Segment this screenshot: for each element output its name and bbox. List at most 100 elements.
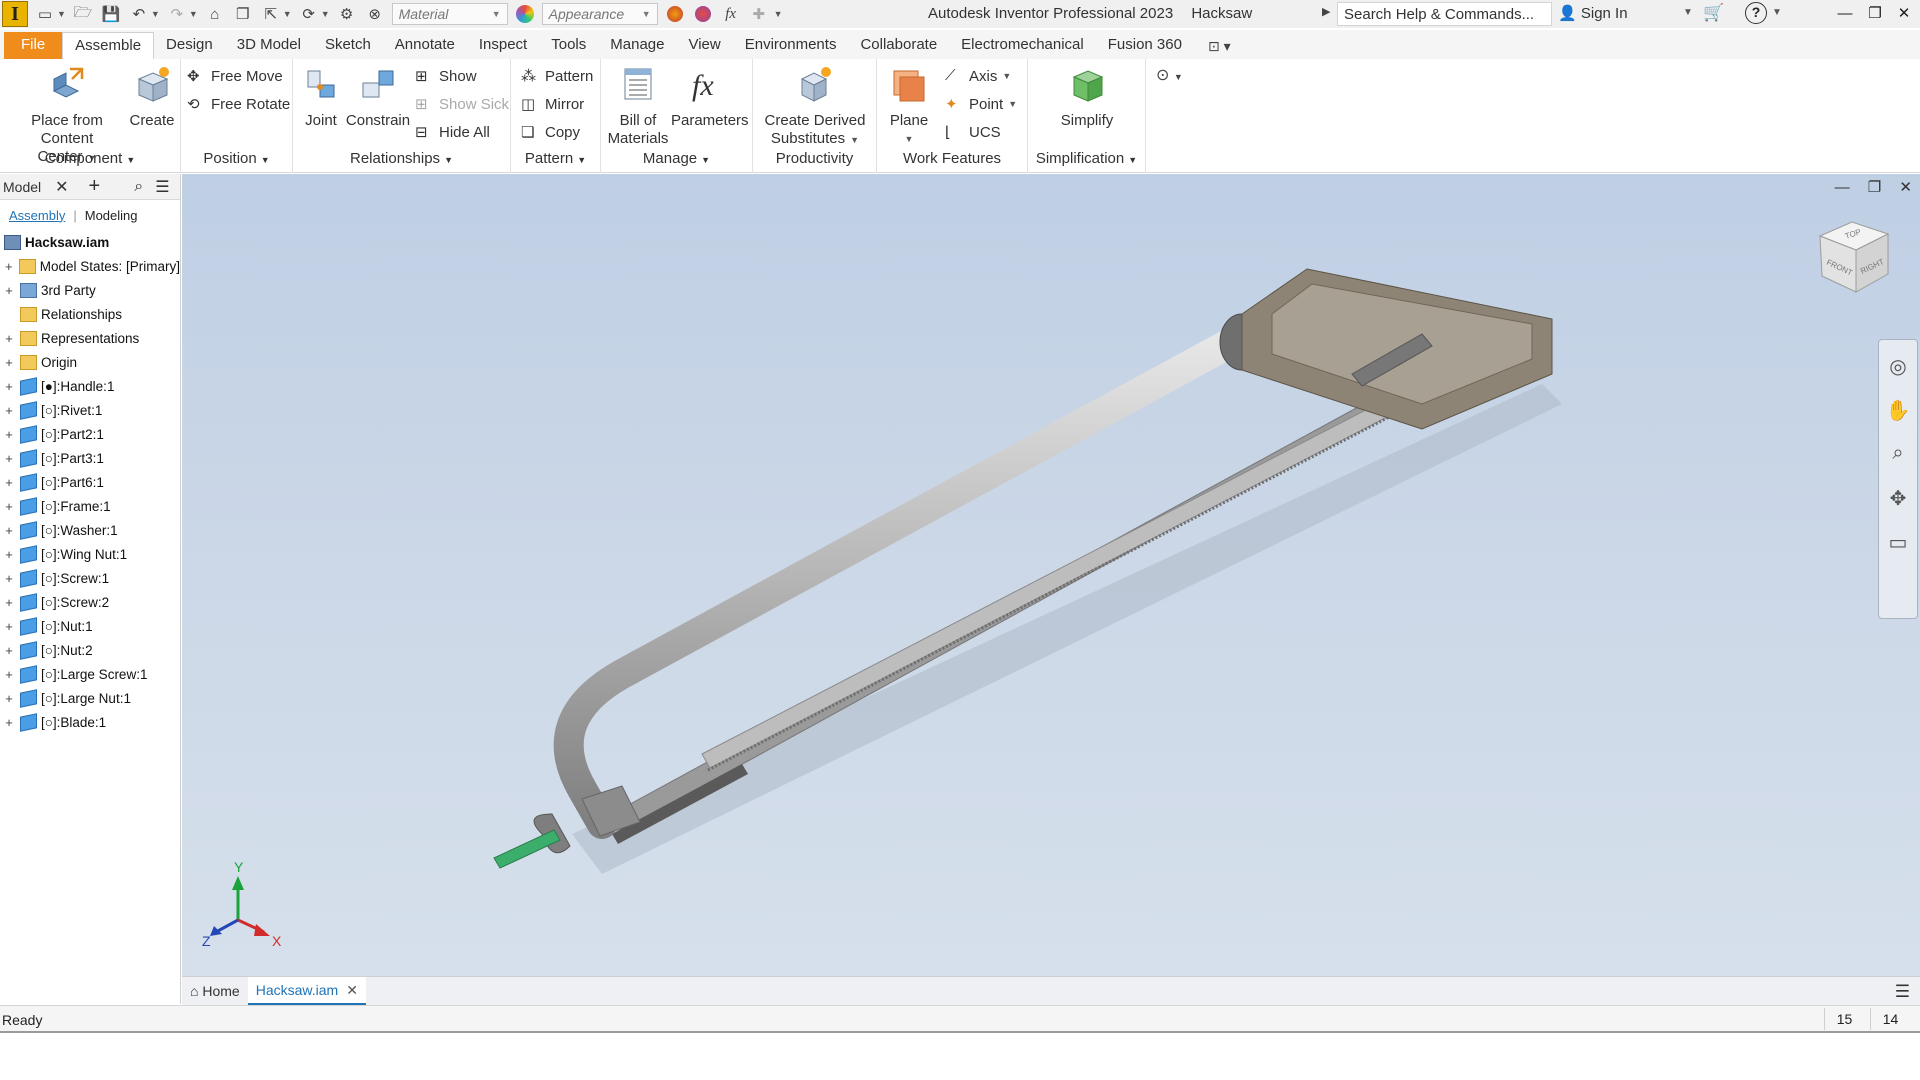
help-icon[interactable]: ? (1745, 2, 1767, 24)
ucs-button[interactable]: ⌊ UCS (945, 121, 1001, 143)
inventor-logo-icon[interactable]: I (2, 1, 28, 27)
show-sick-button[interactable]: ⊞ Show Sick (415, 93, 509, 115)
simplify-button[interactable]: Simplify (1056, 65, 1118, 130)
update-icon[interactable]: ⟳ (298, 3, 320, 25)
home-icon[interactable]: ⌂ (204, 3, 226, 25)
expand-icon[interactable]: + (4, 715, 14, 730)
tree-node[interactable]: + [○]:Wing Nut:1 (0, 542, 180, 566)
tree-node[interactable]: + [○]:Large Screw:1 (0, 662, 180, 686)
tab-sketch[interactable]: Sketch (313, 32, 383, 59)
tree-node[interactable]: +3rd Party (0, 278, 180, 302)
pattern-button[interactable]: ⁂ Pattern (521, 65, 593, 87)
look-at-icon[interactable]: ▭ (1883, 530, 1913, 560)
tree-node[interactable]: Relationships (0, 302, 180, 326)
tree-node[interactable]: + [○]:Screw:1 (0, 566, 180, 590)
sign-in-button[interactable]: 👤 Sign In (1558, 4, 1628, 22)
point-button[interactable]: ✦ Point ▼ (945, 93, 1017, 115)
tree-node[interactable]: + [○]:Part2:1 (0, 422, 180, 446)
tree-node[interactable]: + Representations (0, 326, 180, 350)
expand-icon[interactable]: + (4, 643, 14, 658)
expand-icon[interactable]: + (4, 523, 14, 538)
copy-button[interactable]: ❏ Copy (521, 121, 580, 143)
expand-icon[interactable]: + (4, 667, 14, 682)
mode-assembly-link[interactable]: Assembly (9, 208, 65, 223)
select-caret-icon[interactable]: ▼ (283, 9, 292, 19)
tab-fusion-360[interactable]: Fusion 360 (1096, 32, 1194, 59)
tab-collaborate[interactable]: Collaborate (848, 32, 949, 59)
tree-node[interactable]: + [○]:Nut:1 (0, 614, 180, 638)
redo-icon[interactable]: ↷ (166, 3, 188, 25)
customize-caret-icon[interactable]: ▼ (774, 9, 783, 19)
tree-node[interactable]: + [○]:Blade:1 (0, 710, 180, 734)
constrain-button[interactable]: Constrain (345, 65, 411, 130)
expand-icon[interactable]: + (4, 403, 14, 418)
expand-icon[interactable]: + (4, 451, 14, 466)
open-folder-icon[interactable]: 🗁 (72, 3, 94, 25)
doc-tab-close-icon[interactable]: ✕ (346, 982, 358, 999)
copy-view-icon[interactable]: ❐ (232, 3, 254, 25)
free-move-button[interactable]: ✥ Free Move (187, 65, 283, 87)
free-rotate-button[interactable]: ⟲ Free Rotate (187, 93, 290, 115)
tab-file[interactable]: File (4, 32, 63, 59)
undo-caret-icon[interactable]: ▼ (151, 9, 160, 19)
browser-add-icon[interactable]: + (89, 175, 101, 198)
new-file-icon[interactable]: ▭ (34, 3, 56, 25)
expand-icon[interactable]: + (4, 355, 14, 370)
search-help-input[interactable]: Search Help & Commands... (1337, 2, 1552, 26)
ilogic-icon[interactable]: ⚙ (336, 3, 358, 25)
expand-icon[interactable]: + (4, 691, 14, 706)
tree-node[interactable]: + [○]:Frame:1 (0, 494, 180, 518)
add-icon[interactable]: ✚ (748, 3, 770, 25)
select-icon[interactable]: ⇱ (260, 3, 282, 25)
graphics-viewport[interactable]: — ❐ ✕ TOP FRONT RIGHT ◎ ✋ ⌕ ✥ ▭ Y X Z (182, 174, 1920, 976)
tab-design[interactable]: Design (154, 32, 225, 59)
axis-button[interactable]: ⟋ Axis ▼ (945, 65, 1011, 87)
expand-icon[interactable]: + (4, 547, 14, 562)
hacksaw-model[interactable] (182, 174, 1920, 976)
browser-tab-model[interactable]: Model (3, 179, 41, 195)
tab-inspect[interactable]: Inspect (467, 32, 539, 59)
panel-label-position[interactable]: Position ▼ (181, 150, 292, 167)
plane-button[interactable]: Plane ▼ (887, 65, 931, 148)
panel-label-simplification[interactable]: Simplification ▼ (1028, 150, 1145, 167)
tree-node[interactable]: + [●]:Handle:1 (0, 374, 180, 398)
expand-icon[interactable]: + (4, 571, 14, 586)
panel-label-pattern[interactable]: Pattern ▼ (511, 150, 600, 167)
expand-icon[interactable]: + (4, 595, 14, 610)
new-file-caret-icon[interactable]: ▼ (57, 9, 66, 19)
panel-label-manage[interactable]: Manage ▼ (601, 150, 752, 167)
material-select[interactable]: Material ▼ (391, 3, 508, 25)
tree-node[interactable]: + [○]:Part3:1 (0, 446, 180, 470)
tab-environments[interactable]: Environments (733, 32, 849, 59)
tab-annotate[interactable]: Annotate (383, 32, 467, 59)
tree-node[interactable]: + [○]:Screw:2 (0, 590, 180, 614)
bill-of-materials-button[interactable]: Bill of Materials (607, 65, 669, 148)
hide-all-button[interactable]: ⊟ Hide All (415, 121, 490, 143)
tree-node[interactable]: + Model States: [Primary] (0, 254, 180, 278)
fx-parameters-icon[interactable]: fx (720, 3, 742, 25)
expand-icon[interactable]: + (4, 619, 14, 634)
mirror-button[interactable]: ◫ Mirror (521, 93, 584, 115)
mode-modeling-link[interactable]: Modeling (85, 208, 138, 223)
steering-wheel-icon[interactable]: ◎ (1883, 354, 1913, 384)
hacksaw-doc-tab[interactable]: Hacksaw.iam ✕ (247, 977, 366, 1005)
browser-menu-icon[interactable]: ☰ (155, 177, 169, 197)
restore-icon[interactable]: ❐ (1860, 2, 1890, 26)
show-button[interactable]: ⊞ Show (415, 65, 477, 87)
home-tab[interactable]: ⌂ Home (182, 977, 248, 1005)
tab-electromechanical[interactable]: Electromechanical (949, 32, 1096, 59)
doc-tabs-menu-icon[interactable]: ☰ (1895, 982, 1910, 1002)
tab-3d-model[interactable]: 3D Model (225, 32, 313, 59)
browser-close-icon[interactable]: ✕ (55, 177, 68, 197)
expand-icon[interactable]: + (4, 331, 14, 346)
color-override-icon[interactable]: ⊗ (364, 3, 386, 25)
tree-node[interactable]: + [○]:Washer:1 (0, 518, 180, 542)
panel-label-component[interactable]: Component ▼ (0, 150, 180, 167)
ribbon-options-icon[interactable]: ⊙ ▼ (1156, 65, 1183, 85)
clear-appearance-icon[interactable] (692, 3, 714, 25)
redo-caret-icon[interactable]: ▼ (189, 9, 198, 19)
create-derived-substitutes-button[interactable]: Create Derived Substitutes ▼ (757, 65, 873, 149)
expand-icon[interactable]: + (4, 283, 14, 298)
tab-view[interactable]: View (676, 32, 732, 59)
close-icon[interactable]: ✕ (1889, 2, 1919, 26)
